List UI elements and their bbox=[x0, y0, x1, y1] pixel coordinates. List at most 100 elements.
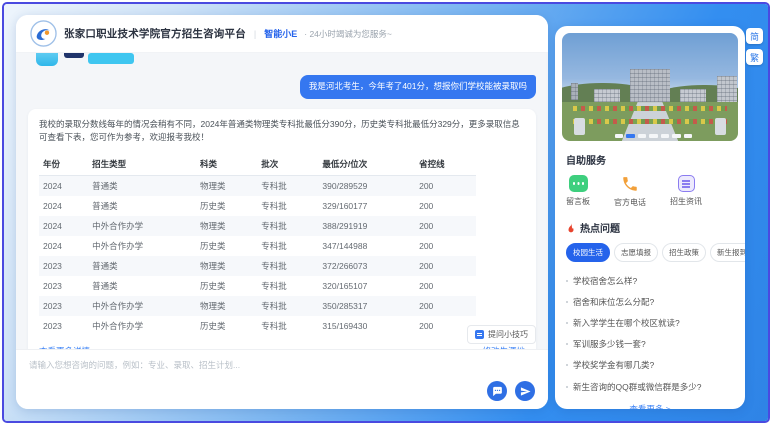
question-item-2[interactable]: 宿舍和床位怎么分配? bbox=[566, 291, 734, 312]
sidebar-content: 自助服务 留言板官方电话招生资讯 热点问题 校园生活志愿填报招生政策新生报到» … bbox=[555, 147, 745, 409]
bot-reply-text: 我校的录取分数线每年的情况会稍有不同，2024年普通类物理类专科批最低分390分… bbox=[39, 118, 525, 145]
question-item-6[interactable]: 新生咨询的QQ群或微信群是多少? bbox=[566, 376, 734, 397]
question-item-3[interactable]: 新入学学生在哪个校区就读? bbox=[566, 312, 734, 333]
table-header-cell: 年份 bbox=[39, 153, 88, 176]
table-cell: 专科批 bbox=[257, 176, 318, 197]
question-item-5[interactable]: 学校奖学金有哪几类? bbox=[566, 355, 734, 376]
title-separator: | bbox=[254, 29, 256, 39]
table-cell: 200 bbox=[415, 176, 476, 197]
table-cell: 物理类 bbox=[196, 176, 257, 197]
bullet-dot bbox=[566, 364, 568, 366]
admission-score-table: 年份招生类型科类批次最低分/位次省控线 2024普通类物理类专科批390/289… bbox=[39, 153, 476, 336]
table-cell: 390/289529 bbox=[318, 176, 415, 197]
campus-photo bbox=[562, 33, 738, 141]
bullet-dot bbox=[566, 386, 568, 388]
table-cell: 200 bbox=[415, 236, 476, 256]
table-cell: 2024 bbox=[39, 236, 88, 256]
table-cell: 中外合作办学 bbox=[88, 296, 196, 316]
bullet-dot bbox=[566, 280, 568, 282]
message-input[interactable]: 请输入您想咨询的问题，例如：专业、录取、招生计划... bbox=[29, 359, 535, 371]
table-cell: 200 bbox=[415, 196, 476, 216]
admission-news-icon bbox=[678, 175, 695, 192]
bullet-dot bbox=[566, 343, 568, 345]
edge-button-2[interactable]: 繁 bbox=[746, 49, 763, 65]
question-text: 宿舍和床位怎么分配? bbox=[573, 296, 654, 308]
table-cell: 200 bbox=[415, 216, 476, 236]
table-cell: 专科批 bbox=[257, 196, 318, 216]
table-cell: 物理类 bbox=[196, 216, 257, 236]
table-cell: 2024 bbox=[39, 176, 88, 197]
table-cell: 350/285317 bbox=[318, 296, 415, 316]
bot-avatar-partial bbox=[36, 53, 58, 66]
table-cell: 200 bbox=[415, 256, 476, 276]
question-item-4[interactable]: 军训服多少钱一套? bbox=[566, 334, 734, 355]
hot-questions-header: 热点问题 bbox=[566, 220, 734, 235]
service-label: 招生资讯 bbox=[670, 196, 702, 207]
user-message-row: 我是河北考生，今年考了401分，想报你们学校能被录取吗 bbox=[28, 75, 536, 99]
table-cell: 2023 bbox=[39, 296, 88, 316]
tips-label: 提问小技巧 bbox=[488, 329, 528, 340]
table-row: 2023中外合作办学历史类专科批315/169430200 bbox=[39, 316, 476, 336]
table-cell: 专科批 bbox=[257, 276, 318, 296]
table-header-cell: 招生类型 bbox=[88, 153, 196, 176]
hot-question-tabs: 校园生活志愿填报招生政策新生报到» bbox=[566, 243, 734, 262]
input-action-buttons bbox=[487, 381, 535, 401]
quick-chat-button[interactable] bbox=[487, 381, 507, 401]
tips-chat-icon bbox=[475, 330, 484, 339]
service-tagline: · 24小时竭诚为您服务~ bbox=[304, 28, 392, 40]
table-cell: 物理类 bbox=[196, 296, 257, 316]
table-cell: 专科批 bbox=[257, 216, 318, 236]
self-service-item-3[interactable]: 招生资讯 bbox=[670, 175, 702, 208]
edge-button-1[interactable]: 简 bbox=[746, 28, 763, 44]
table-cell: 2023 bbox=[39, 276, 88, 296]
app-frame: 张家口职业技术学院官方招生咨询平台 | 智能小E · 24小时竭诚为您服务~ 我… bbox=[2, 2, 770, 423]
table-row: 2023普通类物理类专科批372/266073200 bbox=[39, 256, 476, 276]
chat-bubble-icon bbox=[492, 386, 503, 397]
self-service-list: 留言板官方电话 招生资讯 bbox=[566, 175, 734, 208]
table-header-cell: 批次 bbox=[257, 153, 318, 176]
bot-reply-card: 我校的录取分数线每年的情况会稍有不同，2024年普通类物理类专科批最低分390分… bbox=[28, 109, 536, 349]
self-service-item-2[interactable]: 官方电话 bbox=[614, 175, 646, 208]
table-cell: 中外合作办学 bbox=[88, 216, 196, 236]
self-service-item-1[interactable]: 留言板 bbox=[566, 175, 590, 208]
question-text: 新入学学生在哪个校区就读? bbox=[573, 317, 680, 329]
question-text: 军训服多少钱一套? bbox=[573, 338, 646, 350]
tab-4[interactable]: 新生报到 bbox=[710, 243, 745, 262]
assistant-name: 智能小E bbox=[264, 27, 297, 40]
tab-2[interactable]: 志愿填报 bbox=[614, 243, 658, 262]
table-cell: 329/160177 bbox=[318, 196, 415, 216]
chat-message-area: 我是河北考生，今年考了401分，想报你们学校能被录取吗 我校的录取分数线每年的情… bbox=[16, 53, 548, 349]
main-building bbox=[630, 69, 670, 102]
table-cell: 2023 bbox=[39, 256, 88, 276]
service-label: 官方电话 bbox=[614, 197, 646, 208]
question-text: 新生咨询的QQ群或微信群是多少? bbox=[573, 381, 701, 393]
edge-buttons: 简繁 bbox=[746, 28, 763, 65]
school-logo-icon bbox=[30, 20, 57, 47]
table-row: 2024普通类物理类专科批390/289529200 bbox=[39, 176, 476, 197]
table-cell: 历史类 bbox=[196, 316, 257, 336]
table-cell: 普通类 bbox=[88, 176, 196, 197]
table-cell: 中外合作办学 bbox=[88, 316, 196, 336]
table-header-row: 年份招生类型科类批次最低分/位次省控线 bbox=[39, 153, 476, 176]
table-cell: 2023 bbox=[39, 316, 88, 336]
tab-3[interactable]: 招生政策 bbox=[662, 243, 706, 262]
user-message-bubble: 我是河北考生，今年考了401分，想报你们学校能被录取吗 bbox=[300, 75, 536, 99]
sidebar-panel: 自助服务 留言板官方电话招生资讯 热点问题 校园生活志愿填报招生政策新生报到» … bbox=[555, 26, 745, 409]
flame-icon bbox=[566, 222, 576, 234]
table-cell: 历史类 bbox=[196, 236, 257, 256]
send-button[interactable] bbox=[515, 381, 535, 401]
tips-row: 提问小技巧 bbox=[467, 325, 536, 344]
question-tips-button[interactable]: 提问小技巧 bbox=[467, 325, 536, 344]
question-item-1[interactable]: 学校宿舍怎么样? bbox=[566, 270, 734, 291]
score-table-body: 2024普通类物理类专科批390/2895292002024普通类历史类专科批3… bbox=[39, 176, 476, 337]
message-board-icon bbox=[569, 175, 588, 192]
table-cell: 普通类 bbox=[88, 196, 196, 216]
question-text: 学校宿舍怎么样? bbox=[573, 275, 637, 287]
header-bar: 张家口职业技术学院官方招生咨询平台 | 智能小E · 24小时竭诚为您服务~ bbox=[16, 15, 548, 53]
page-background: 张家口职业技术学院官方招生咨询平台 | 智能小E · 24小时竭诚为您服务~ 我… bbox=[4, 4, 768, 421]
table-cell: 200 bbox=[415, 276, 476, 296]
tab-1[interactable]: 校园生活 bbox=[566, 243, 610, 262]
table-cell: 388/291919 bbox=[318, 216, 415, 236]
view-more-link[interactable]: 查看更多 > bbox=[566, 397, 734, 409]
hot-question-list: 学校宿舍怎么样? 宿舍和床位怎么分配? 新入学学生在哪个校区就读? 军训服多少钱一套?… bbox=[566, 270, 734, 397]
